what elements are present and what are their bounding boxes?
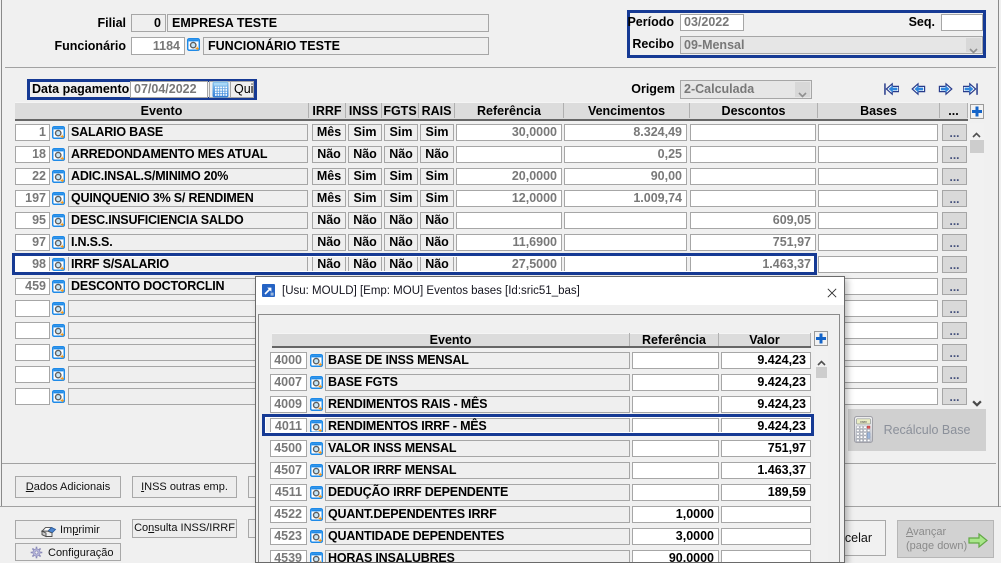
svg-text:8888: 8888 — [860, 420, 867, 424]
